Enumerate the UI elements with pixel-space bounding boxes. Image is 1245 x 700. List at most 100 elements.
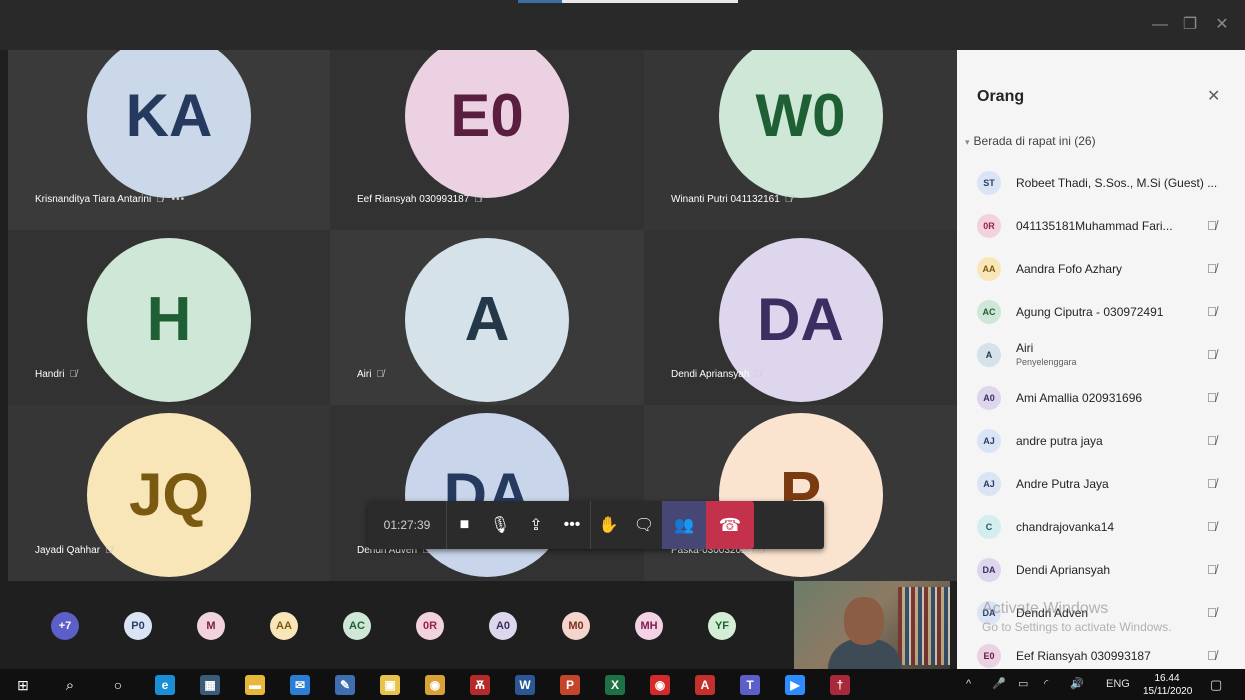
muted-mic-icon: 🎙̸ xyxy=(105,545,113,556)
participant-avatar: E0 xyxy=(977,644,1001,668)
more-participants-chip[interactable]: +7 xyxy=(51,612,79,640)
share-icon: ⇪ xyxy=(529,517,543,534)
notifications-icon[interactable]: ▢ xyxy=(1210,669,1222,700)
raise-hand-icon: ✋ xyxy=(598,517,619,534)
bookshelf-background xyxy=(898,587,950,665)
hangup-button[interactable]: ☎ xyxy=(706,501,754,549)
participant-row[interactable]: A Airi Penyelenggara 🎙̸ xyxy=(957,335,1245,378)
tray-chevron-icon[interactable]: ^ xyxy=(966,669,971,700)
video-tile[interactable]: DA Dendi Apriansyah 🎙̸ xyxy=(644,230,957,405)
title-selection xyxy=(562,0,738,3)
participant-avatar: E0 xyxy=(405,50,569,198)
participant-row[interactable]: 0R 041135181Muhammad Fari... 🎙̸ xyxy=(957,206,1245,249)
video-tile[interactable]: A Airi 🎙̸ xyxy=(330,230,644,405)
participant-row[interactable]: E0 Eef Riansyah 030993187 🎙̸ xyxy=(957,636,1245,669)
more-icon: ••• xyxy=(563,516,581,533)
restore-button[interactable]: ❐ xyxy=(1180,15,1200,35)
participant-avatar: A0 xyxy=(977,386,1001,410)
more-actions-button[interactable]: ••• xyxy=(554,501,590,549)
participant-row[interactable]: AC Agung Ciputra - 030972491 🎙̸ xyxy=(957,292,1245,335)
windows-taskbar: ⊞ ⌕ ○ ^ 🎤 ▭ ◜ 🔊 ENG 16.44 15/11/2020 ▢ e… xyxy=(0,669,1245,700)
language-indicator[interactable]: ENG xyxy=(1106,669,1130,700)
excel-icon[interactable]: X xyxy=(605,675,625,695)
pen-icon[interactable]: ✎ xyxy=(335,675,355,695)
explorer-icon[interactable]: ▬ xyxy=(245,675,265,695)
participant-row[interactable]: DA Dendri Adven 🎙̸ xyxy=(957,593,1245,636)
camera-button[interactable]: ■ xyxy=(446,501,482,549)
chat-button[interactable]: 🗨 xyxy=(626,501,662,549)
section-in-meeting[interactable]: ▾ Berada di rapat ini (26) xyxy=(965,134,1096,148)
video-tile[interactable]: P Paska-030032023 🎙̸ xyxy=(644,405,957,581)
caret-down-icon: ▾ xyxy=(965,137,970,147)
video-tile[interactable]: DA Dendri Adven 🎙̸ xyxy=(330,405,644,581)
clock[interactable]: 16.44 15/11/2020 xyxy=(1143,672,1192,698)
participant-name-label: Airi 🎙̸ xyxy=(357,369,384,380)
participant-name: Jayadi Qahhar xyxy=(35,545,101,556)
participant-avatar: AA xyxy=(977,257,1001,281)
app-red2-icon[interactable]: † xyxy=(830,675,850,695)
participant-row[interactable]: AA Aandra Fofo Azhary 🎙̸ xyxy=(957,249,1245,292)
video-tile[interactable]: E0 Eef Riansyah 030993187 🎙̸ xyxy=(330,50,644,230)
participant-row[interactable]: A0 Ami Amallia 020931696 🎙̸ xyxy=(957,378,1245,421)
muted-mic-icon: 🎙̸ xyxy=(1207,562,1217,577)
minimize-button[interactable]: — xyxy=(1150,15,1170,35)
participant-avatar: 0R xyxy=(977,214,1001,238)
app-red-icon[interactable]: Ѫ xyxy=(470,675,490,695)
video-tile[interactable]: H Handri 🎙̸ xyxy=(8,230,330,405)
participant-chip[interactable]: 0R xyxy=(416,612,444,640)
store-icon[interactable]: ▣ xyxy=(380,675,400,695)
video-tile[interactable]: W0 Winanti Putri 041132161 🎙̸ xyxy=(644,50,957,230)
muted-mic-icon: 🎙̸ xyxy=(784,194,793,205)
participant-row[interactable]: ST Robeet Thadi, S.Sos., M.Si (Guest) ... xyxy=(957,163,1245,206)
participant-row[interactable]: AJ Andre Putra Jaya 🎙̸ xyxy=(957,464,1245,507)
taskview-icon[interactable]: ▦ xyxy=(200,675,220,695)
participant-name: Aandra Fofo Azhary xyxy=(1016,262,1123,276)
participant-chip[interactable]: AC xyxy=(343,612,371,640)
video-tile[interactable]: KA Krisnanditya Tiara Antarini 🎙̸ ••• xyxy=(8,50,330,230)
participant-chip[interactable]: AA xyxy=(270,612,298,640)
participant-avatar: AJ xyxy=(977,472,1001,496)
share-button[interactable]: ⇪ xyxy=(518,501,554,549)
edge-icon[interactable]: e xyxy=(155,675,175,695)
meeting-timer: 01:27:39 xyxy=(383,518,431,532)
volume-icon[interactable]: 🔊 xyxy=(1070,669,1084,700)
participant-row[interactable]: DA Dendi Apriansyah 🎙̸ xyxy=(957,550,1245,593)
tray-mic-icon[interactable]: 🎤 xyxy=(992,669,1006,700)
word-icon[interactable]: W xyxy=(515,675,535,695)
participant-chip[interactable]: P0 xyxy=(124,612,152,640)
wifi-icon[interactable]: ◜ xyxy=(1044,669,1048,700)
participant-chip[interactable]: MH xyxy=(635,612,663,640)
search-icon[interactable]: ⌕ xyxy=(60,675,80,695)
mic-button[interactable]: 🎙 xyxy=(482,501,518,549)
participant-chip[interactable]: A0 xyxy=(489,612,517,640)
raise-hand-button[interactable]: ✋ xyxy=(590,501,626,549)
start-icon[interactable]: ⊞ xyxy=(13,675,33,695)
mail-icon[interactable]: ✉ xyxy=(290,675,310,695)
powerpoint-icon[interactable]: P xyxy=(560,675,580,695)
network-icon[interactable]: ▭ xyxy=(1018,669,1028,700)
participant-chip[interactable]: M xyxy=(197,612,225,640)
participant-name-label: Handri 🎙̸ xyxy=(35,369,77,380)
acrobat-icon[interactable]: A xyxy=(695,675,715,695)
people-button[interactable]: 👥 xyxy=(662,501,706,549)
participant-name: chandrajovanka14 xyxy=(1016,520,1115,534)
participant-name: andre putra jaya xyxy=(1016,434,1103,448)
muted-mic-icon: 🎙̸ xyxy=(1207,433,1217,448)
record-icon[interactable]: ◉ xyxy=(650,675,670,695)
self-video-preview[interactable] xyxy=(794,581,950,669)
muted-mic-icon: 🎙̸ xyxy=(1207,476,1217,491)
participant-name: Agung Ciputra - 030972491 xyxy=(1016,305,1164,319)
chrome-icon[interactable]: ◉ xyxy=(425,675,445,695)
teams-icon[interactable]: T xyxy=(740,675,760,695)
cortana-icon[interactable]: ○ xyxy=(108,675,128,695)
participant-chip[interactable]: YF xyxy=(708,612,736,640)
participant-row[interactable]: AJ andre putra jaya 🎙̸ xyxy=(957,421,1245,464)
participant-avatar: KA xyxy=(87,50,251,198)
zoom-icon[interactable]: ▶ xyxy=(785,675,805,695)
participant-chip[interactable]: M0 xyxy=(562,612,590,640)
tile-more-icon[interactable]: ••• xyxy=(172,194,186,205)
close-panel-icon[interactable]: ✕ xyxy=(1207,86,1220,106)
video-tile[interactable]: JQ Jayadi Qahhar 🎙̸ xyxy=(8,405,330,581)
participant-row[interactable]: Cchandrajovanka14 🎙̸ xyxy=(957,507,1245,550)
close-window-button[interactable]: ✕ xyxy=(1212,15,1232,35)
